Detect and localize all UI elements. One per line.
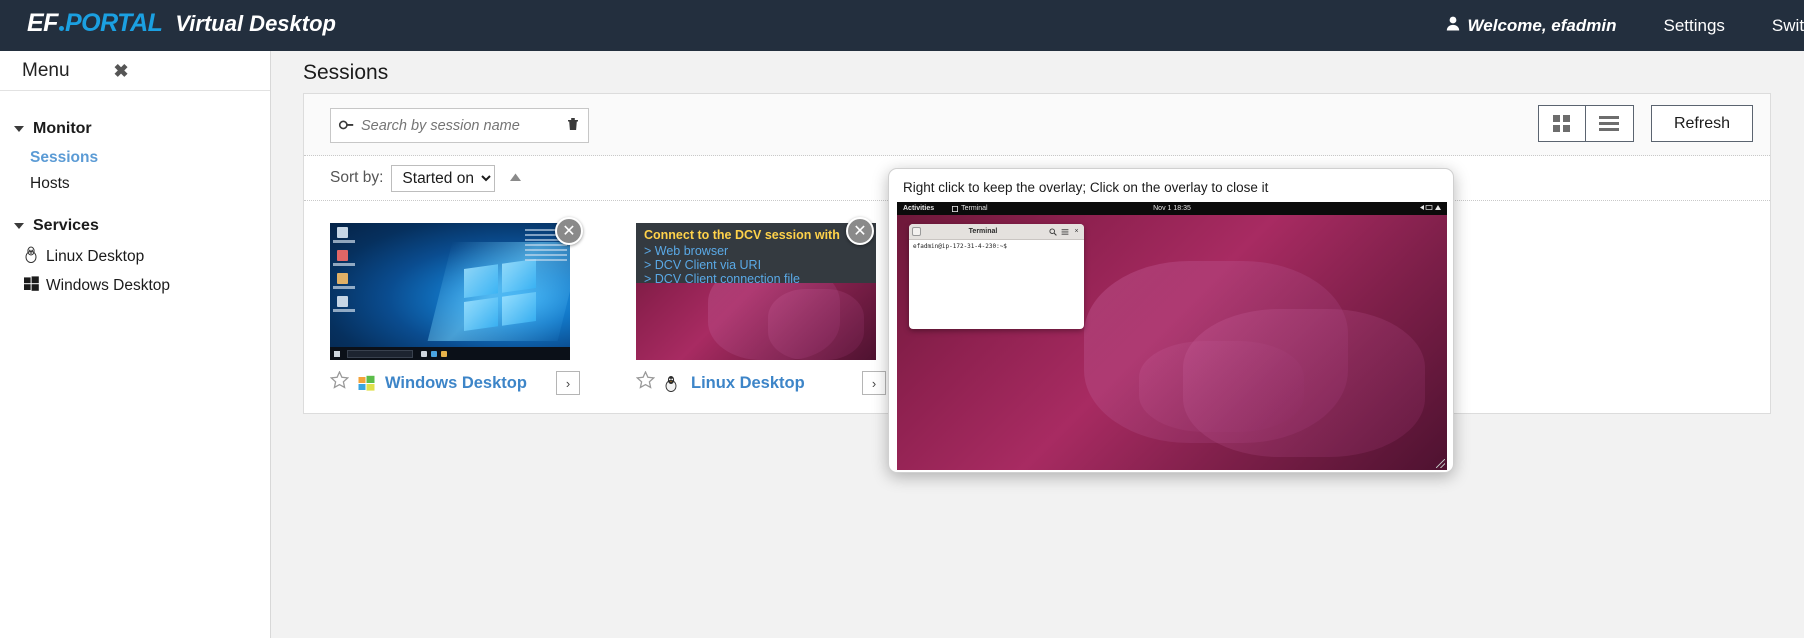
open-session-linux-button[interactable]: › (862, 371, 886, 395)
dcv-connect-overlay[interactable]: Connect to the DCV session with > Web br… (636, 223, 876, 283)
user-icon (1446, 16, 1460, 36)
sidebar-group-monitor-label: Monitor (33, 120, 92, 138)
welcome-user[interactable]: Welcome, efadmin (1446, 16, 1617, 36)
gnome-top-bar: Activities Terminal Nov 1 18:35 (897, 202, 1447, 215)
brand-logo[interactable]: EFPORTAL Virtual Desktop (27, 9, 336, 43)
close-session-windows-button[interactable]: ✕ (555, 217, 583, 245)
gnome-terminal-window[interactable]: Terminal × efadmin@ip-172-31-4-230:~$ (909, 224, 1084, 329)
sidebar-group-services[interactable]: Services (0, 210, 270, 242)
terminal-new-tab-icon[interactable] (912, 227, 921, 236)
session-card-linux-name[interactable]: Linux Desktop (691, 374, 805, 393)
sidebar: Menu ✖ Monitor Sessions Hosts Services (0, 51, 271, 638)
brand-dot-icon (59, 26, 64, 31)
view-tools: Refresh (1538, 105, 1753, 142)
product-name: Virtual Desktop (175, 11, 336, 37)
chevron-down-icon (14, 126, 24, 132)
virtual-desktop-page: EFPORTAL Virtual Desktop Welcome, efadmi… (0, 0, 1804, 638)
brand-portal-text: PORTAL (65, 9, 162, 38)
menu-title: Menu (22, 60, 70, 82)
close-session-linux-button[interactable]: ✕ (846, 217, 874, 245)
sidebar-item-sessions[interactable]: Sessions (0, 145, 270, 171)
menu-header: Menu ✖ (0, 51, 270, 91)
trash-icon[interactable] (567, 117, 579, 135)
welcome-text: Welcome, efadmin (1468, 16, 1617, 36)
windows-logo-icon (24, 276, 46, 296)
dcv-link-web-browser[interactable]: > Web browser (644, 244, 868, 258)
sidebar-item-sessions-label: Sessions (30, 149, 98, 167)
settings-link[interactable]: Settings (1663, 16, 1724, 36)
star-outline-icon[interactable] (636, 371, 655, 395)
ubuntu-wallpaper-shape (768, 289, 864, 360)
switch-link[interactable]: Switch (1772, 16, 1804, 36)
brand-ef-text: EF (27, 9, 58, 38)
session-thumbnail-windows[interactable] (330, 223, 570, 360)
terminal-close-icon[interactable]: × (1072, 227, 1081, 236)
sort-direction-icon[interactable] (509, 171, 522, 185)
list-view-button[interactable] (1586, 105, 1634, 142)
sidebar-item-hosts-label: Hosts (30, 175, 70, 193)
session-card-linux-footer: Linux Desktop › (636, 371, 886, 395)
search-icon[interactable] (1048, 227, 1057, 236)
windows-desktop-icons (333, 227, 373, 319)
hamburger-menu-icon[interactable] (1060, 227, 1069, 236)
dcv-link-connection-file[interactable]: > DCV Client connection file (644, 272, 868, 286)
terminal-output[interactable]: efadmin@ip-172-31-4-230:~$ (909, 240, 1084, 253)
ubuntu-wallpaper-shape (1139, 341, 1304, 432)
sessions-toolbar: Refresh (304, 94, 1770, 156)
refresh-button[interactable]: Refresh (1651, 105, 1753, 142)
sidebar-item-hosts[interactable]: Hosts (0, 171, 270, 197)
star-outline-icon[interactable] (330, 371, 349, 395)
dcv-overlay-title: Connect to the DCV session with (644, 228, 868, 242)
windows-wallpaper-logo (464, 259, 536, 331)
overlay-hint-text: Right click to keep the overlay; Click o… (897, 177, 1445, 202)
session-card-windows-name[interactable]: Windows Desktop (385, 374, 527, 393)
session-thumbnail-linux[interactable]: Connect to the DCV session with > Web br… (636, 223, 876, 360)
terminal-titlebar: Terminal × (909, 224, 1084, 240)
linux-penguin-icon (664, 375, 684, 392)
page-title: Sessions (271, 51, 1804, 85)
grid-view-icon (1553, 115, 1570, 132)
terminal-title: Terminal (969, 228, 998, 235)
sidebar-item-linux-desktop-label: Linux Desktop (46, 248, 144, 266)
windows-logo-icon (358, 375, 378, 391)
session-preview-overlay[interactable]: Right click to keep the overlay; Click o… (888, 168, 1454, 473)
sidebar-item-linux-desktop[interactable]: Linux Desktop (0, 242, 270, 272)
overlay-screen[interactable]: Activities Terminal Nov 1 18:35 Terminal (897, 202, 1447, 470)
grid-view-button[interactable] (1538, 105, 1586, 142)
session-card-windows[interactable]: Windows Desktop › (330, 223, 580, 395)
sidebar-group-monitor[interactable]: Monitor (0, 113, 270, 145)
session-card-linux[interactable]: Connect to the DCV session with > Web br… (636, 223, 886, 395)
session-card-windows-footer: Windows Desktop › (330, 371, 580, 395)
sidebar-item-windows-desktop[interactable]: Windows Desktop (0, 272, 270, 300)
sidebar-item-windows-desktop-label: Windows Desktop (46, 277, 170, 295)
chevron-down-icon (14, 223, 24, 229)
open-session-windows-button[interactable]: › (556, 371, 580, 395)
dcv-link-client-uri[interactable]: > DCV Client via URI (644, 258, 868, 272)
search-box[interactable] (330, 108, 589, 143)
sort-select[interactable]: Started on (391, 165, 495, 192)
top-navigation-bar: EFPORTAL Virtual Desktop Welcome, efadmi… (0, 0, 1804, 51)
close-menu-icon[interactable]: ✖ (114, 62, 129, 80)
linux-penguin-icon (24, 246, 46, 268)
sidebar-group-services-label: Services (33, 217, 99, 235)
windows-taskbar (330, 347, 570, 360)
list-view-icon (1599, 116, 1619, 131)
overlay-resize-handle[interactable] (1436, 459, 1445, 468)
search-input[interactable] (353, 117, 567, 135)
gnome-clock[interactable]: Nov 1 18:35 (897, 205, 1447, 212)
sidebar-nav: Monitor Sessions Hosts Services Linux De… (0, 91, 270, 300)
sort-label: Sort by: (330, 169, 383, 187)
top-nav-links: Welcome, efadmin Settings Switch (1446, 16, 1804, 36)
